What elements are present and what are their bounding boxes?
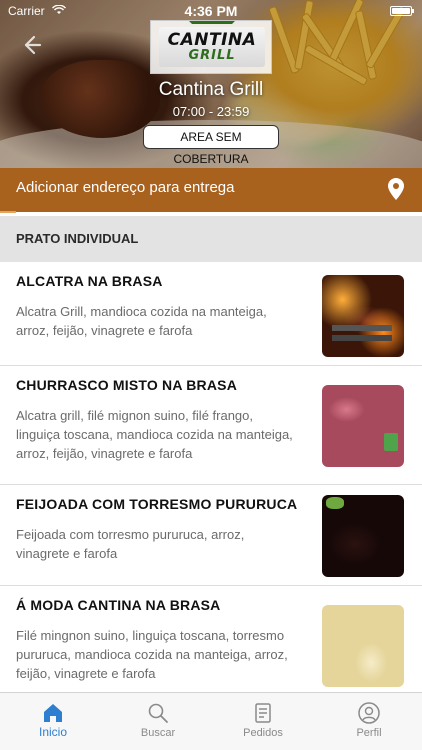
product-image [322, 605, 404, 687]
back-arrow-icon[interactable] [20, 34, 48, 62]
product-description-line: Alcatra Grill, mandioca cozida na mantei… [16, 304, 267, 319]
profile-icon [358, 702, 380, 724]
store-name: Cantina Grill [158, 79, 264, 100]
tab-label: Pedidos [243, 727, 283, 739]
product-description-line: Feijoada com torresmo pururuca, arroz, [16, 527, 245, 542]
product-description-line: arroz, feijão, vinagrete e farofa [16, 446, 193, 461]
product-description: Alcatra Grill, mandioca cozida na mantei… [16, 302, 308, 340]
add-address-bar[interactable]: Adicionar endereço para entrega [0, 168, 422, 212]
product-description: Filé mingnon suino, linguiça toscana, to… [16, 626, 308, 683]
store-hours: 07:00 - 23:59 [172, 104, 250, 119]
tab-inicio[interactable]: Inicio [0, 693, 106, 750]
product-description-line: Filé mingnon suino, linguiça toscana, to… [16, 628, 285, 643]
store-logo: CANTINA GRILL [150, 20, 272, 74]
product-list: ALCATRA NA BRASA Alcatra Grill, mandioca… [0, 262, 422, 692]
logo-line1: CANTINA [167, 30, 257, 50]
product-image [322, 385, 404, 467]
category-header: PRATO INDIVIDUAL [0, 216, 422, 262]
add-address-label: Adicionar endereço para entrega [16, 179, 235, 196]
tab-perfil[interactable]: Perfil [316, 693, 422, 750]
product-description: Feijoada com torresmo pururuca, arroz, v… [16, 525, 308, 563]
product-description-line: feijão, vinagrete e farofa [16, 666, 156, 681]
tab-label: Perfil [356, 727, 382, 739]
status-time: 4:36 PM [184, 3, 238, 19]
tab-buscar[interactable]: Buscar [105, 693, 211, 750]
product-name: FEIJOADA COM TORRESMO PURURUCA [16, 496, 298, 512]
battery-icon [390, 6, 414, 16]
product-description-line: linguiça toscana, mandioca cozida na man… [16, 427, 293, 442]
product-item[interactable]: FEIJOADA COM TORRESMO PURURUCA Feijoada … [0, 485, 422, 586]
category-title: PRATO INDIVIDUAL [16, 231, 139, 246]
search-icon [148, 703, 168, 723]
product-description-line: pururuca, mandioca cozida na manteiga, a… [16, 647, 288, 662]
product-description: Alcatra grill, filé mignon suino, filé f… [16, 406, 308, 463]
logo-plate: CANTINA GRILL [159, 21, 265, 67]
tab-pedidos[interactable]: Pedidos [210, 693, 316, 750]
product-item[interactable]: Á MODA CANTINA NA BRASA Filé mingnon sui… [0, 586, 422, 692]
product-description-line: Alcatra grill, filé mignon suino, filé f… [16, 408, 254, 423]
location-pin-icon [388, 178, 404, 200]
tab-label: Buscar [140, 727, 176, 739]
product-item[interactable]: ALCATRA NA BRASA Alcatra Grill, mandioca… [0, 262, 422, 366]
product-name: ALCATRA NA BRASA [16, 273, 163, 289]
address-accent-line [0, 211, 16, 213]
home-icon [44, 704, 62, 722]
product-description-line: vinagrete e farofa [16, 546, 118, 561]
tab-label: Inicio [38, 725, 67, 739]
product-name: Á MODA CANTINA NA BRASA [16, 597, 221, 613]
product-image [322, 495, 404, 577]
store-hero-banner: Carrier 4:36 PM CANTINA GRILL Cantina Gr… [0, 0, 422, 168]
logo-line2: GRILL [188, 48, 236, 63]
product-image [322, 275, 404, 357]
product-description-line: arroz, feijão, vinagrete e farofa [16, 323, 193, 338]
status-bar: Carrier 4:36 PM [0, 0, 422, 22]
coverage-badge: AREA SEM COBERTURA [143, 125, 279, 166]
product-name: CHURRASCO MISTO NA BRASA [16, 377, 238, 393]
bottom-tab-bar: Inicio Buscar Pedidos Perfil [0, 692, 422, 750]
product-item[interactable]: CHURRASCO MISTO NA BRASA Alcatra grill, … [0, 366, 422, 485]
orders-icon [255, 703, 271, 723]
